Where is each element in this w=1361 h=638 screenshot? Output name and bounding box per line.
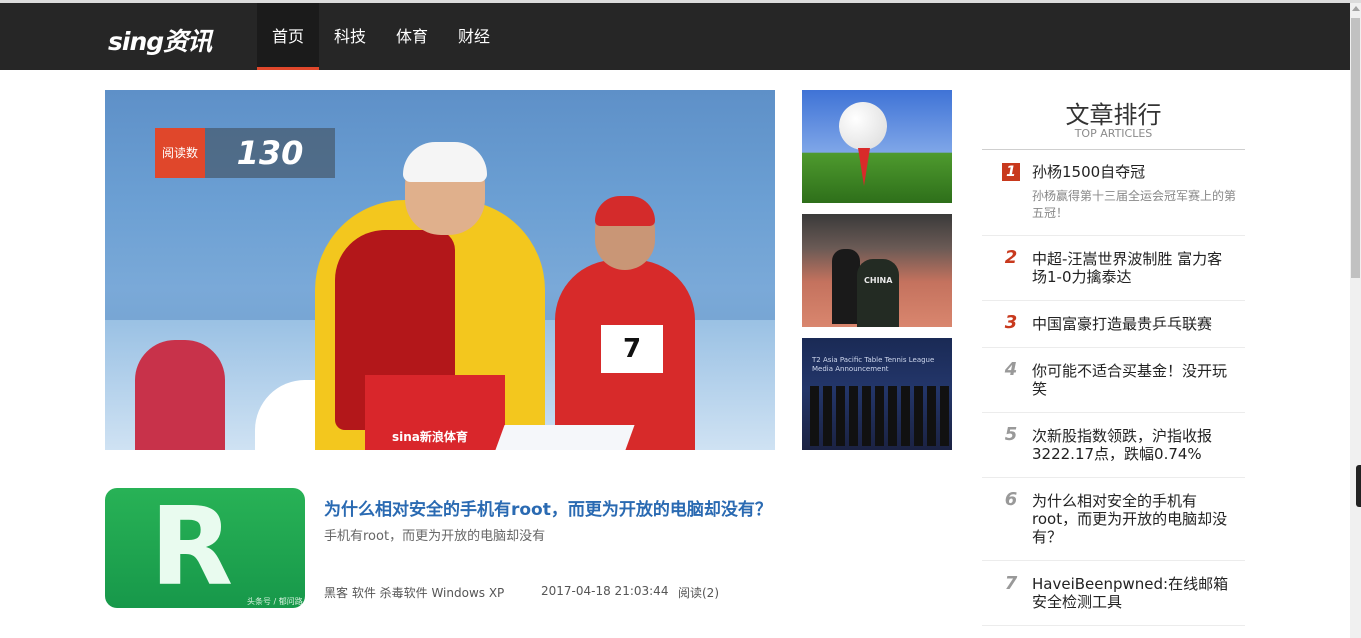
ranking-title: 文章排行	[1065, 101, 1162, 129]
ranking-item-title[interactable]: 孙杨1500自夺冠	[1032, 163, 1237, 181]
nav-finance[interactable]: 财经	[443, 3, 505, 70]
rank-number: 2	[1004, 247, 1018, 268]
article-summary: 手机有root，而更为开放的电脑却没有	[324, 529, 546, 544]
nav-sports[interactable]: 体育	[381, 3, 443, 70]
hero-read-label: 阅读数	[155, 128, 205, 178]
golf-tee-icon	[858, 148, 870, 186]
ranking-item-title[interactable]: 为什么相对安全的手机有root，而更为开放的电脑却没有？	[1032, 492, 1237, 546]
thumbnail-golf[interactable]	[802, 90, 952, 203]
nav-tech[interactable]: 科技	[319, 3, 381, 70]
article-date: 2017-04-18 21:03:44	[541, 584, 669, 598]
rank-number: 3	[1004, 312, 1018, 333]
site-logo[interactable]: sing资讯	[108, 22, 212, 58]
rank-number: 5	[1004, 424, 1018, 445]
hero-read-count: 130	[205, 128, 335, 178]
article-reads: 阅读(2)	[678, 586, 719, 600]
nav-home[interactable]: 首页	[257, 3, 319, 70]
tt-player	[832, 249, 860, 324]
tt-jersey-text: CHINA	[864, 276, 893, 285]
navbar: sing资讯 首页 科技 体育 财经	[0, 3, 1350, 70]
article-tags[interactable]: 黑客 软件 杀毒软件 Windows XP	[324, 584, 504, 601]
hero-swimmer-two-cap	[595, 196, 655, 226]
thumbnail-table-tennis[interactable]: CHINA	[802, 214, 952, 327]
rank-number: 4	[1004, 359, 1018, 380]
ranking-item-title[interactable]: 中超-汪嵩世界波制胜 富力客场1-0力擒泰达	[1032, 250, 1237, 286]
hero-bib-number: 7	[601, 325, 663, 373]
rank-number: 1	[1002, 163, 1020, 181]
article-title-link[interactable]: 为什么相对安全的手机有root，而更为开放的电脑却没有？	[324, 495, 824, 520]
rank-number: 7	[1004, 573, 1018, 594]
ranking-subtitle: TOP ARTICLES	[1074, 127, 1153, 140]
rank-number: 6	[1004, 489, 1018, 510]
scroll-up-arrow-icon[interactable]	[1352, 6, 1360, 11]
ranking-item-title[interactable]: 中国富豪打造最贵乒乓联赛	[1032, 315, 1237, 333]
thumbnail-team[interactable]: T2 Asia Pacific Table Tennis League Medi…	[802, 338, 952, 450]
tt-player	[857, 259, 899, 327]
hero-watermark: sina新浪体育	[392, 430, 468, 444]
ranking-item-desc: 孙杨赢得第十三届全运会冠军赛上的第五冠！	[1032, 189, 1237, 220]
hero-swim-cap	[403, 142, 487, 182]
root-logo-icon: R	[150, 488, 234, 608]
ranking-item-title[interactable]: HaveiBeenpwned:在线邮箱安全检测工具	[1032, 575, 1237, 611]
team-players	[810, 386, 950, 446]
team-banner-text: T2 Asia Pacific Table Tennis League Medi…	[812, 356, 935, 373]
article-image-watermark: 头条号 / 郁问路	[247, 597, 303, 606]
side-float-handle[interactable]	[1356, 465, 1361, 507]
ranking-item-title[interactable]: 次新股指数领跌，沪指收报3222.17点，跌幅0.74%	[1032, 427, 1237, 463]
golf-ball-icon	[839, 102, 887, 150]
hero-bg-person	[135, 340, 225, 450]
scrollbar-thumb[interactable]	[1351, 18, 1360, 278]
ranking-item-title[interactable]: 你可能不适合买基金！没开玩笑	[1032, 362, 1237, 398]
hero-starting-block	[495, 425, 635, 450]
article-thumbnail[interactable]: R 头条号 / 郁问路	[105, 488, 305, 608]
